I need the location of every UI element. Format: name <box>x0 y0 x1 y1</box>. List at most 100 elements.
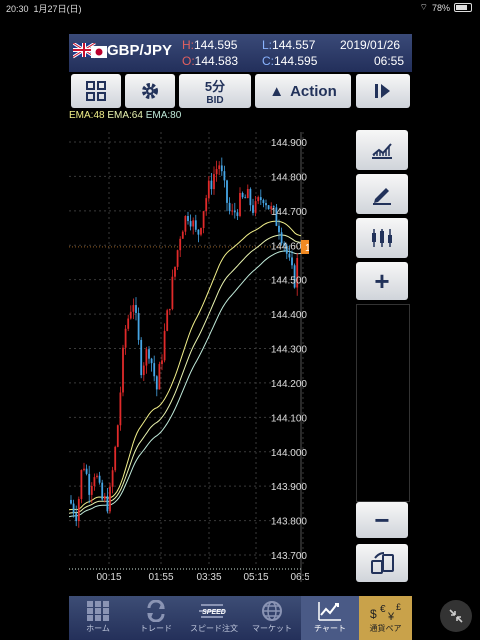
candle-body <box>145 349 148 366</box>
candle-body <box>70 499 72 504</box>
time-tick-label: 05:15 <box>243 572 268 582</box>
action-button[interactable]: ▲ Action <box>255 74 351 108</box>
ema48-label: EMA:48 <box>69 110 105 121</box>
draw-button[interactable] <box>356 174 408 214</box>
candle-body <box>171 276 174 309</box>
speed-icon: SPEED <box>199 604 226 618</box>
candle-body <box>96 475 98 478</box>
low-value: L:144.557 <box>262 38 316 52</box>
candle-body <box>135 305 137 314</box>
candle-body <box>254 201 257 213</box>
nav-speed-order[interactable]: SPEED スピード注文 <box>185 596 243 640</box>
ema80-label: EMA:80 <box>145 110 182 121</box>
candle-body <box>137 313 140 340</box>
time-tick-label: 01:55 <box>148 572 173 582</box>
candle-body <box>259 197 262 201</box>
candle-body <box>111 470 114 487</box>
pair-title[interactable]: GBP/JPY <box>107 42 172 59</box>
candle-body <box>278 225 280 233</box>
candle-body <box>226 180 228 203</box>
price-tick-label: 143.800 <box>271 517 308 528</box>
price-tick-label: 144.500 <box>271 276 308 287</box>
currency-icon: $ €¥£ <box>370 602 401 622</box>
candle-body <box>174 266 176 277</box>
candle-body <box>72 503 75 514</box>
candle-body <box>148 349 150 359</box>
timeframe-button[interactable]: 5分 BID <box>179 74 251 108</box>
candle-body <box>257 197 260 202</box>
candle-body <box>200 228 202 235</box>
candle-body <box>215 169 218 175</box>
price-chart[interactable]: 144.900144.800144.700144.600144.500144.4… <box>69 112 309 582</box>
candle-body <box>233 210 236 213</box>
candle-body <box>161 360 163 365</box>
candle-body <box>223 171 226 181</box>
play-button[interactable] <box>356 74 410 108</box>
candle-body <box>98 475 101 483</box>
layout-button[interactable] <box>71 74 121 108</box>
candle-body <box>155 376 158 390</box>
grid-icon <box>87 601 109 621</box>
globe-icon <box>262 601 282 621</box>
candle-body <box>194 220 197 230</box>
candle-body <box>163 330 166 361</box>
candle-type-button[interactable] <box>356 218 408 258</box>
candle-body <box>158 364 161 390</box>
close-value: C:144.595 <box>262 54 318 68</box>
price-tick-label: 144.100 <box>271 413 308 424</box>
ema-legend: EMA:48 EMA:64 EMA:80 <box>69 110 181 121</box>
indicator-button[interactable] <box>356 130 408 170</box>
svg-text:¥: ¥ <box>387 611 395 622</box>
settings-button[interactable] <box>125 74 175 108</box>
candle-body <box>192 220 195 227</box>
nav-trade[interactable]: トレード <box>127 596 185 640</box>
wifi-icon: ⌔ <box>419 2 428 12</box>
zoom-in-button[interactable]: + <box>356 262 408 300</box>
trade-icon <box>147 600 165 622</box>
candle-body <box>262 200 265 204</box>
quote-time: 06:55 <box>374 54 405 68</box>
candle-body <box>252 205 254 213</box>
price-tick-label: 144.000 <box>271 448 308 459</box>
rotate-button[interactable] <box>356 544 408 582</box>
candle-body <box>119 392 122 426</box>
nav-currency-pair[interactable]: $ € ¥ £ 通貨ペア <box>359 596 412 640</box>
pencil-icon <box>373 188 391 205</box>
candle-body <box>179 238 182 251</box>
svg-text:$: $ <box>370 607 377 621</box>
candle-body <box>241 192 244 198</box>
nav-market[interactable]: マーケット <box>243 596 301 640</box>
candle-body <box>85 468 88 474</box>
candle-body <box>207 180 210 199</box>
candle-body <box>291 257 293 266</box>
price-tick-label: 144.400 <box>271 310 308 321</box>
candle-body <box>210 180 213 190</box>
candle-body <box>267 205 270 210</box>
zoom-track[interactable] <box>356 304 410 502</box>
high-value: H:144.595 <box>182 38 238 52</box>
nav-chart[interactable]: チャート <box>301 596 359 640</box>
ema-line-2 <box>69 250 302 518</box>
play-next-icon <box>375 84 390 98</box>
price-tick-label: 144.800 <box>271 172 308 183</box>
time-tick-label: 06:55 <box>290 572 309 582</box>
zoom-out-button[interactable]: − <box>356 502 408 538</box>
collapse-arrows-icon <box>449 609 463 623</box>
candle-body <box>265 203 267 206</box>
time-tick-label: 00:15 <box>96 572 121 582</box>
chart-icon <box>318 602 341 621</box>
candle-body <box>109 486 111 512</box>
nav-home[interactable]: ホーム <box>69 596 127 640</box>
candle-body <box>116 425 119 447</box>
collapse-button[interactable] <box>440 600 472 632</box>
candle-body <box>231 210 234 212</box>
gear-icon <box>142 83 158 99</box>
candle-body <box>93 477 96 486</box>
currency-flags-icon <box>73 43 107 59</box>
candle-body <box>153 363 156 377</box>
app-window: GBP/JPY H:144.595 O:144.583 L:144.557 C:… <box>69 14 412 640</box>
status-time: 20:30 <box>6 4 29 14</box>
line-chart-icon <box>372 143 392 159</box>
candle-body <box>213 174 215 190</box>
candle-body <box>106 495 109 512</box>
